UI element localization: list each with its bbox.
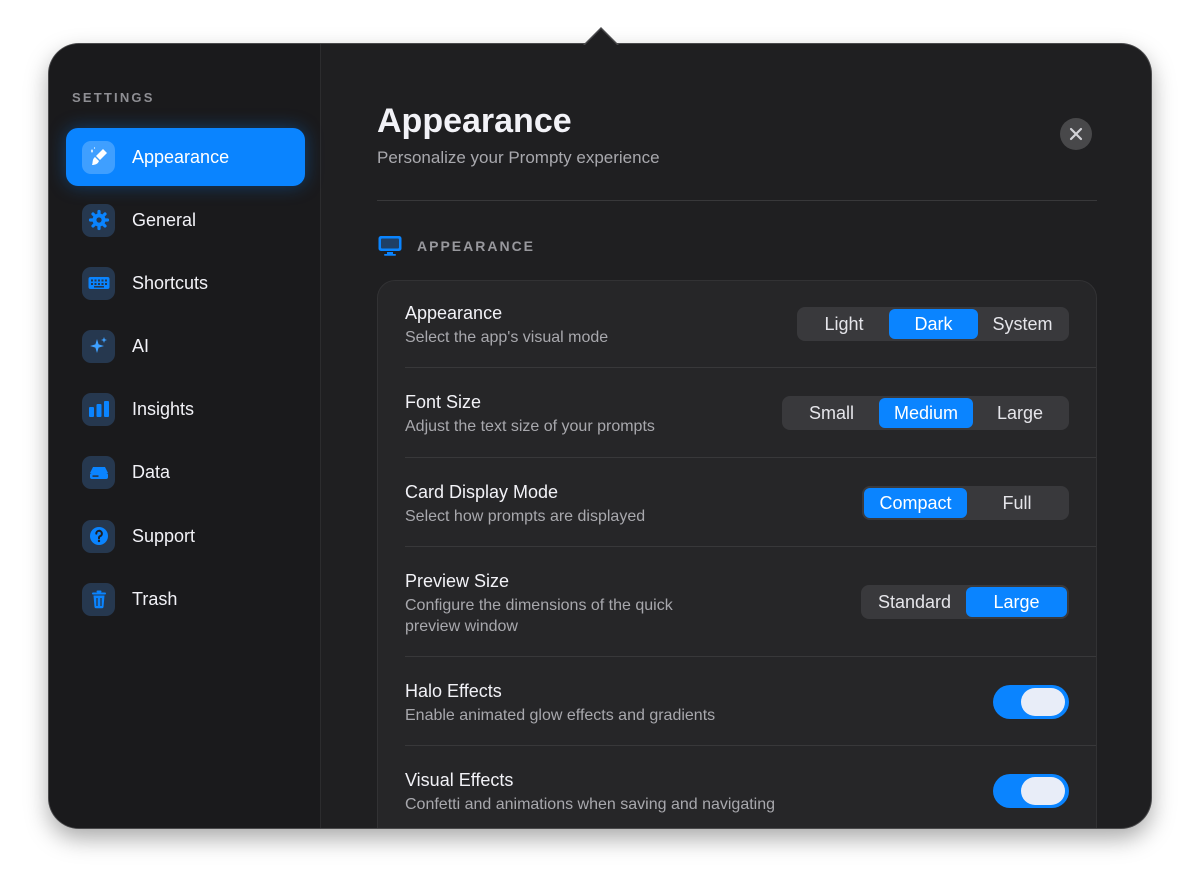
segment-system[interactable]: System [978,309,1067,339]
drive-icon [82,455,115,489]
setting-description: Select how prompts are displayed [405,508,646,525]
sidebar-item-label: Appearance [132,146,230,167]
segment-light[interactable]: Light [799,309,889,339]
section-label: APPEARANCE [417,238,536,254]
sidebar-item-shortcuts[interactable]: Shortcuts [66,254,305,312]
card-display-segmented-control: Compact Full [862,486,1069,520]
setting-description: Configure the dimensions of the quick pr… [405,595,673,637]
close-button[interactable] [1060,118,1092,150]
sidebar-item-insights[interactable]: Insights [66,380,305,438]
sidebar-item-label: Insights [132,398,195,419]
sidebar-item-label: General [132,209,197,230]
page-subtitle: Personalize your Prompty experience [377,148,660,167]
setting-row-halo-effects: Halo Effects Enable animated glow effect… [405,657,1096,746]
sidebar-item-support[interactable]: Support [66,507,305,565]
toggle-knob [1021,688,1065,716]
setting-row-font-size: Font Size Adjust the text size of your p… [405,368,1096,458]
setting-description: Select the app's visual mode [405,329,609,346]
question-icon [82,519,115,553]
paintbrush-icon [82,140,115,174]
setting-title: Appearance [405,303,503,323]
setting-row-preview-size: Preview Size Configure the dimensions of… [405,547,1096,657]
sidebar-item-data[interactable]: Data [66,443,305,501]
sidebar-heading: SETTINGS [72,90,155,105]
preview-size-segmented-control: Standard Large [861,585,1069,619]
segment-medium[interactable]: Medium [879,398,973,428]
segment-dark[interactable]: Dark [889,309,978,339]
popover-arrow [584,29,618,46]
setting-title: Halo Effects [405,681,502,701]
setting-description: Confetti and animations when saving and … [405,796,776,813]
setting-title: Card Display Mode [405,482,559,502]
segment-small[interactable]: Small [784,398,879,428]
setting-description-line: preview window [405,618,518,635]
setting-title: Font Size [405,392,482,412]
sparkles-icon [82,329,115,363]
settings-card: Appearance Select the app's visual mode … [377,280,1097,828]
visual-effects-toggle[interactable] [993,774,1069,808]
segment-large[interactable]: Large [966,587,1067,617]
settings-window: SETTINGS Appearance General Shortcuts AI [49,44,1151,828]
sidebar-item-label: Data [132,461,171,482]
setting-row-visual-effects: Visual Effects Confetti and animations w… [405,746,1096,828]
sidebar-item-appearance[interactable]: Appearance [66,128,305,186]
sidebar-item-label: Support [132,525,196,546]
setting-description-line: Configure the dimensions of the quick [405,597,673,614]
setting-row-card-display-mode: Card Display Mode Select how prompts are… [405,458,1096,547]
setting-title: Preview Size [405,571,510,591]
display-icon [378,236,402,256]
segment-standard[interactable]: Standard [863,587,966,617]
sidebar: SETTINGS Appearance General Shortcuts AI [49,44,321,828]
gear-icon [82,203,115,237]
section-header: APPEARANCE [377,234,535,258]
sidebar-item-label: AI [132,335,150,356]
appearance-segmented-control: Light Dark System [797,307,1069,341]
trash-icon [82,582,115,616]
keyboard-icon [82,266,115,300]
setting-description: Enable animated glow effects and gradien… [405,707,716,724]
header-divider [377,200,1097,201]
close-icon [1069,127,1083,141]
segment-compact[interactable]: Compact [864,488,967,518]
sidebar-item-label: Shortcuts [132,272,209,293]
toggle-knob [1021,777,1065,805]
sidebar-item-label: Trash [132,588,178,609]
page-title: Appearance [377,102,572,140]
font-size-segmented-control: Small Medium Large [782,396,1069,430]
bar-chart-icon [82,392,115,426]
setting-row-appearance: Appearance Select the app's visual mode … [405,281,1096,368]
halo-effects-toggle[interactable] [993,685,1069,719]
sidebar-item-ai[interactable]: AI [66,317,305,375]
segment-large[interactable]: Large [973,398,1067,428]
sidebar-item-general[interactable]: General [66,191,305,249]
sidebar-item-trash[interactable]: Trash [66,570,305,628]
setting-title: Visual Effects [405,770,514,790]
segment-full[interactable]: Full [967,488,1067,518]
setting-description: Adjust the text size of your prompts [405,418,655,435]
main-content: Appearance Personalize your Prompty expe… [322,44,1151,828]
